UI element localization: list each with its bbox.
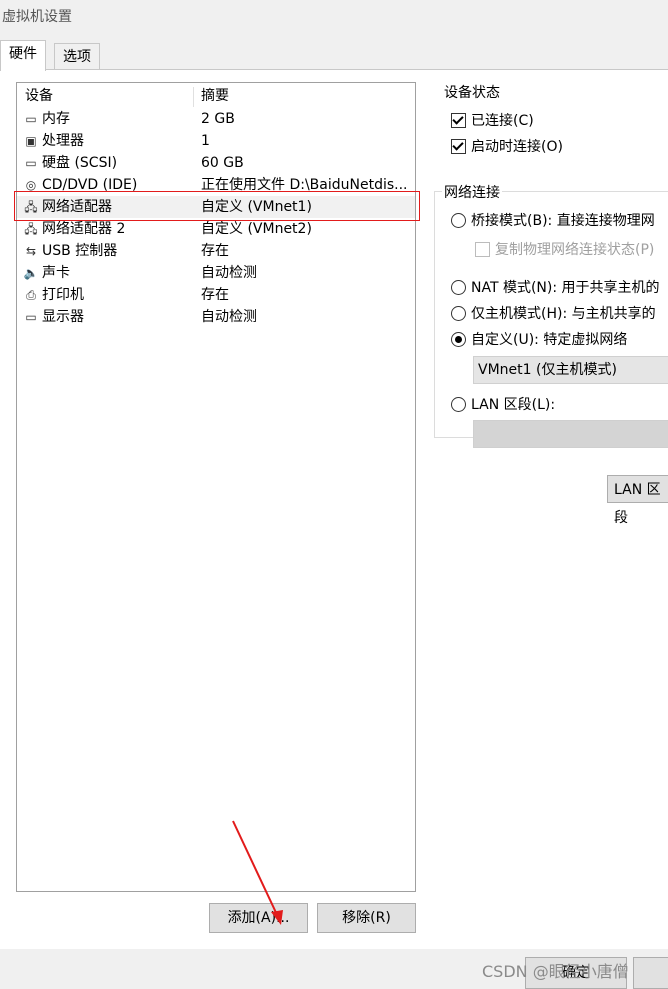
lan-segment-select[interactable] xyxy=(473,420,668,448)
bridged-radio[interactable]: 桥接模式(B): 直接连接物理网 xyxy=(451,210,655,230)
network-icon: 🖧 xyxy=(24,222,38,236)
connect-at-power-on-checkbox[interactable]: 启动时连接(O) xyxy=(451,136,563,156)
connect-at-power-on-label: 启动时连接(O) xyxy=(471,139,563,155)
checkbox-box[interactable] xyxy=(451,112,466,128)
arrow-annotation xyxy=(232,820,283,925)
device-row-memory[interactable]: ▭ 内存 2 GB xyxy=(17,108,415,130)
device-summary: 自动检测 xyxy=(201,265,257,281)
device-summary: 自动检测 xyxy=(201,309,257,325)
highlight-annotation xyxy=(14,191,420,221)
device-name: 处理器 xyxy=(42,133,84,149)
custom-label: 自定义(U): 特定虚拟网络 xyxy=(471,332,628,348)
device-name: 声卡 xyxy=(42,265,70,281)
device-summary: 60 GB xyxy=(201,155,244,171)
device-row-network-adapter-2[interactable]: 🖧 网络适配器 2 自定义 (VMnet2) xyxy=(17,218,415,240)
network-connection-title: 网络连接 xyxy=(442,182,502,202)
device-row-printer[interactable]: ⎙ 打印机 存在 xyxy=(17,284,415,306)
tab-options[interactable]: 选项 xyxy=(54,43,100,70)
radio-selected-dot xyxy=(455,335,462,343)
checkbox-box[interactable] xyxy=(451,138,466,154)
device-summary: 2 GB xyxy=(201,111,235,127)
device-name: 硬盘 (SCSI) xyxy=(42,155,118,171)
usb-icon: ⇆ xyxy=(25,244,37,258)
bridged-label: 桥接模式(B): 直接连接物理网 xyxy=(471,213,655,229)
column-divider[interactable] xyxy=(193,87,194,107)
device-row-cpu[interactable]: ▣ 处理器 1 xyxy=(17,130,415,152)
monitor-icon: ▭ xyxy=(25,310,37,324)
checkmark-icon xyxy=(452,138,464,151)
nat-radio[interactable]: NAT 模式(N): 用于共享主机的 xyxy=(451,277,660,297)
remove-button[interactable]: 移除(R) xyxy=(317,903,416,933)
radio-circle[interactable] xyxy=(451,279,466,295)
lan-segment-label: LAN 区段(L): xyxy=(471,397,556,413)
watermark: CSDN @眼径小唐僧 xyxy=(482,962,629,981)
device-summary: 1 xyxy=(201,133,210,149)
device-name: 内存 xyxy=(42,111,70,127)
device-row-sound[interactable]: 🔈 声卡 自动检测 xyxy=(17,262,415,284)
cd-icon: ◎ xyxy=(25,178,37,192)
connected-label: 已连接(C) xyxy=(471,113,534,129)
nat-label: NAT 模式(N): 用于共享主机的 xyxy=(471,280,660,296)
device-summary: 存在 xyxy=(201,287,229,303)
device-name: 打印机 xyxy=(42,287,84,303)
harddisk-icon: ▭ xyxy=(25,156,37,170)
device-row-display[interactable]: ▭ 显示器 自动检测 xyxy=(17,306,415,328)
radio-circle[interactable] xyxy=(451,212,466,228)
host-only-radio[interactable]: 仅主机模式(H): 与主机共享的 xyxy=(451,303,656,323)
custom-network-select[interactable]: VMnet1 (仅主机模式) xyxy=(473,356,668,384)
replicate-state-checkbox[interactable]: 复制物理网络连接状态(P) xyxy=(475,239,654,259)
lan-segments-button[interactable]: LAN 区段 xyxy=(607,475,668,526)
device-column-header[interactable]: 设备 xyxy=(25,85,53,107)
device-name: 显示器 xyxy=(42,309,84,325)
printer-icon: ⎙ xyxy=(26,288,36,302)
summary-column-header[interactable]: 摘要 xyxy=(201,85,411,107)
cancel-button-partial[interactable] xyxy=(633,957,668,989)
radio-circle[interactable] xyxy=(451,305,466,321)
radio-circle[interactable] xyxy=(451,331,466,347)
memory-icon: ▭ xyxy=(25,112,37,126)
checkmark-icon xyxy=(452,112,464,125)
window-title: 虚拟机设置 xyxy=(2,9,72,25)
checkbox-box[interactable] xyxy=(475,241,490,257)
device-status-title: 设备状态 xyxy=(444,85,500,101)
connected-checkbox[interactable]: 已连接(C) xyxy=(451,110,534,130)
custom-radio[interactable]: 自定义(U): 特定虚拟网络 xyxy=(451,329,627,349)
device-summary: 自定义 (VMnet2) xyxy=(201,221,312,237)
device-row-harddisk[interactable]: ▭ 硬盘 (SCSI) 60 GB xyxy=(17,152,415,174)
device-list-header: 设备 摘要 xyxy=(17,85,415,107)
device-row-usb[interactable]: ⇆ USB 控制器 存在 xyxy=(17,240,415,262)
device-name: USB 控制器 xyxy=(42,243,118,259)
tab-hardware[interactable]: 硬件 xyxy=(0,40,46,71)
lan-segment-radio[interactable]: LAN 区段(L): xyxy=(451,394,555,414)
cpu-icon: ▣ xyxy=(25,134,37,148)
device-name: 网络适配器 2 xyxy=(42,221,126,237)
replicate-state-label: 复制物理网络连接状态(P) xyxy=(495,242,655,258)
host-only-label: 仅主机模式(H): 与主机共享的 xyxy=(471,306,656,322)
radio-circle[interactable] xyxy=(451,396,466,412)
device-summary: 存在 xyxy=(201,243,229,259)
speaker-icon: 🔈 xyxy=(23,266,39,280)
